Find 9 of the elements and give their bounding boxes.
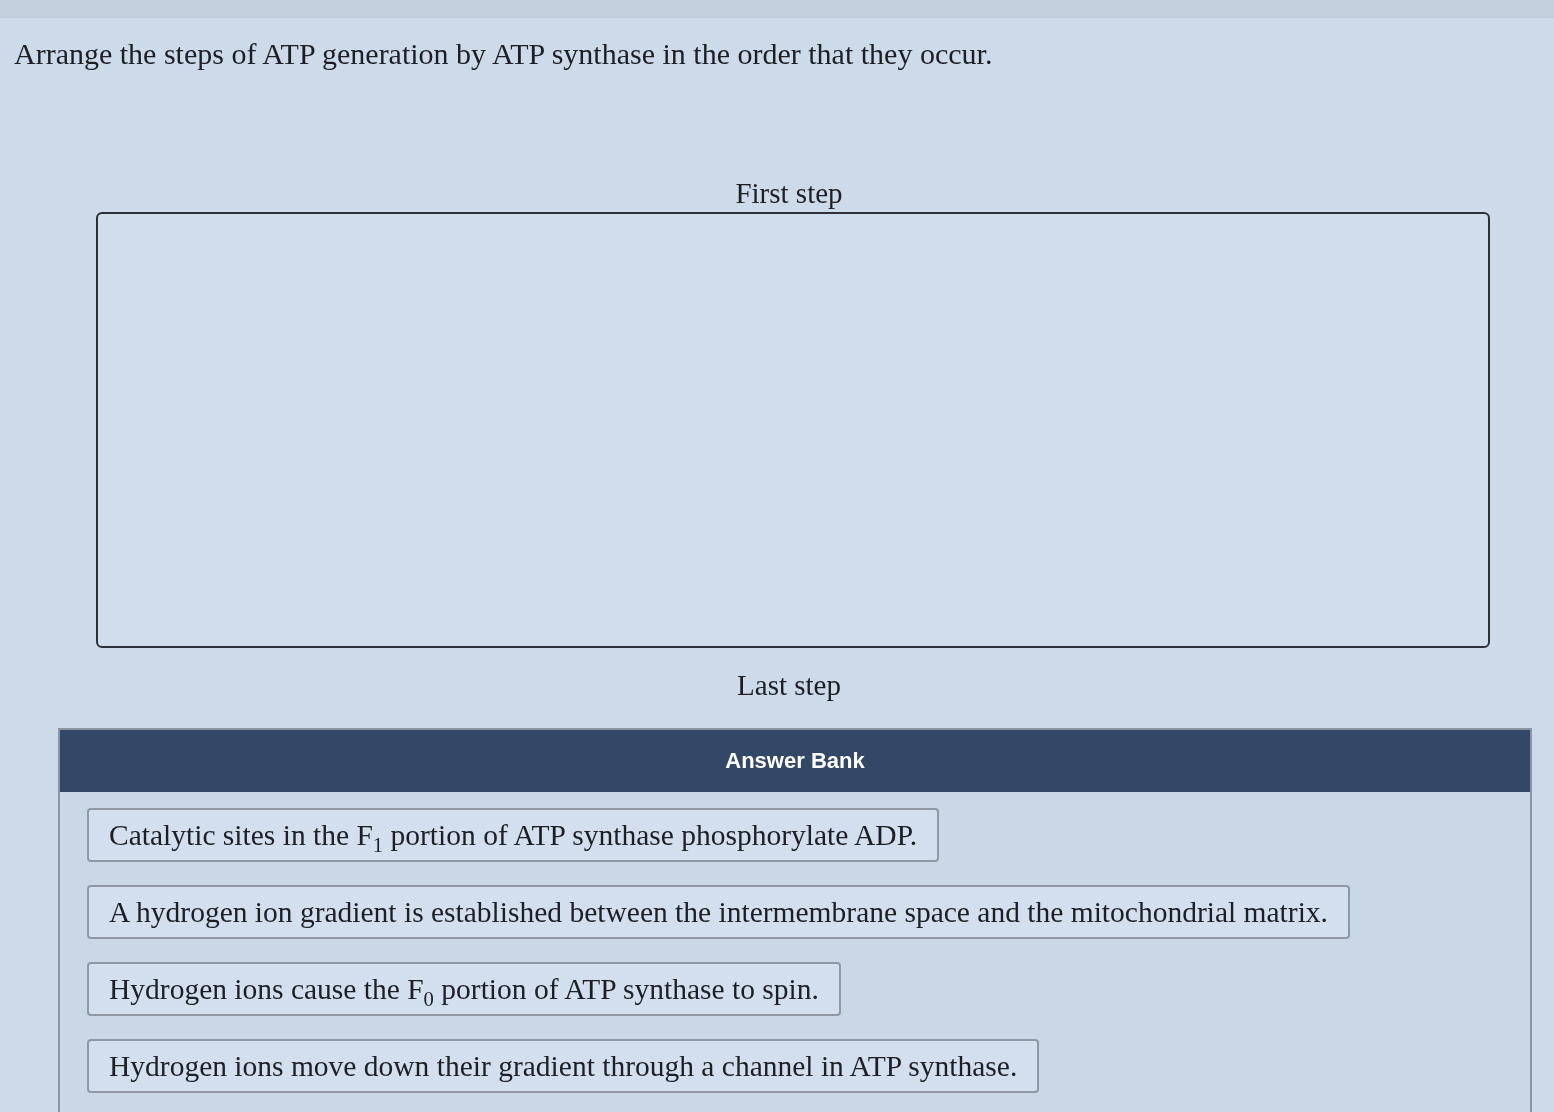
answer-card[interactable]: A hydrogen ion gradient is established between the intermembrane space and the mitochondrial matrix.: [87, 885, 1350, 939]
drop-zone[interactable]: [96, 212, 1490, 648]
last-step-label: Last step: [737, 668, 841, 702]
answer-card[interactable]: Catalytic sites in the F$_{1}$ portion of ATP synthase phosphorylate ADP.: [87, 808, 940, 862]
answer-card[interactable]: Hydrogen ions cause the F$_{0}$ portion of ATP synthase to spin.: [87, 962, 841, 1016]
question-text: Arrange the steps of ATP generation by ATP synthase in the order that they occur.: [14, 36, 993, 72]
first-step-label: First step: [735, 176, 843, 210]
answer-bank-title: Answer Bank: [725, 748, 865, 774]
answer-card[interactable]: Hydrogen ions move down their gradient through a channel in ATP synthase.: [87, 1039, 1040, 1093]
